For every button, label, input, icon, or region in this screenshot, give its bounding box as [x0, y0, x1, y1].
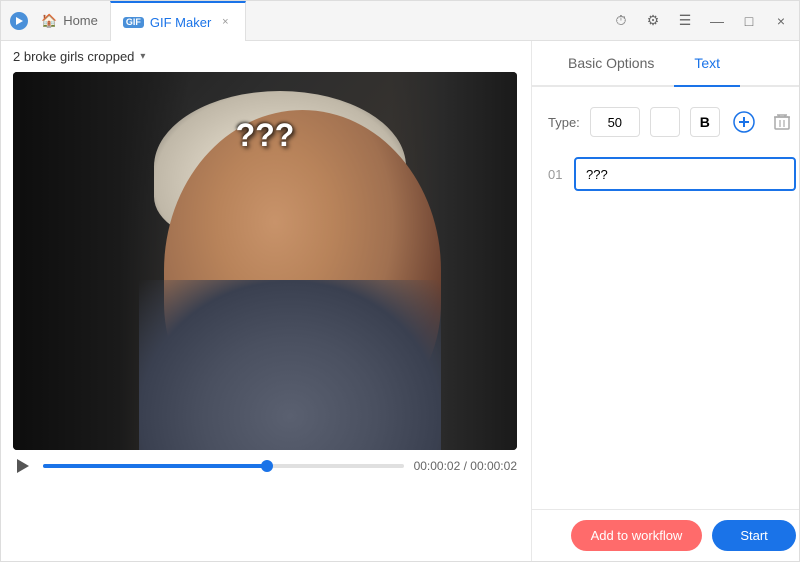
dropdown-arrow-icon: ▾: [140, 51, 145, 62]
start-button[interactable]: Start: [712, 520, 795, 551]
window-controls: ⏱ ⚙ ☰ — □ ×: [611, 11, 791, 31]
settings-icon[interactable]: ⚙: [643, 11, 663, 31]
file-name-label: 2 broke girls cropped: [13, 49, 134, 64]
maximize-button[interactable]: □: [739, 11, 759, 31]
gif-tab-label: GIF Maker: [150, 15, 211, 30]
app-logo: [9, 11, 29, 31]
video-preview: ???: [13, 72, 517, 450]
left-panel: 2 broke girls cropped ▾ ???: [1, 41, 531, 561]
video-text-overlay: ???: [236, 117, 295, 154]
text-input-row: 01: [548, 157, 796, 191]
tab-home[interactable]: 🏠 Home: [29, 1, 110, 41]
bold-button[interactable]: B: [690, 107, 720, 137]
minimize-button[interactable]: —: [707, 11, 727, 31]
delete-text-button[interactable]: [768, 108, 796, 136]
tab-basic-options[interactable]: Basic Options: [548, 41, 674, 85]
tab-text[interactable]: Text: [674, 41, 740, 85]
type-row: Type: B: [548, 107, 796, 137]
text-row-number: 01: [548, 167, 564, 182]
text-tab-label: Text: [694, 55, 720, 71]
add-text-button[interactable]: [730, 108, 758, 136]
gif-icon: GIF: [123, 17, 144, 28]
time-display: 00:00:02 / 00:00:02: [414, 459, 517, 473]
menu-icon[interactable]: ☰: [675, 11, 695, 31]
color-picker[interactable]: [650, 107, 680, 137]
titlebar: 🏠 Home GIF GIF Maker × ⏱ ⚙ ☰ — □ ×: [1, 1, 799, 41]
panel-content: Type: B: [532, 87, 799, 509]
panel-tabs: Basic Options Text: [532, 41, 799, 87]
video-frame: ???: [13, 72, 517, 450]
progress-fill: [43, 464, 267, 468]
file-selector[interactable]: 2 broke girls cropped ▾: [13, 49, 519, 64]
home-icon: 🏠: [41, 13, 57, 29]
progress-thumb: [261, 460, 273, 472]
close-button[interactable]: ×: [771, 11, 791, 31]
add-to-workflow-button[interactable]: Add to workflow: [571, 520, 703, 551]
video-clothing: [139, 280, 441, 450]
type-label: Type:: [548, 115, 580, 130]
basic-options-label: Basic Options: [568, 55, 654, 71]
home-tab-label: Home: [63, 13, 98, 28]
main-content: 2 broke girls cropped ▾ ???: [1, 41, 799, 561]
right-panel: Basic Options Text Type: B: [531, 41, 799, 561]
tab-gif-maker[interactable]: GIF GIF Maker ×: [110, 1, 246, 41]
text-content-input[interactable]: [574, 157, 796, 191]
play-icon: [17, 459, 29, 473]
font-size-input[interactable]: [590, 107, 640, 137]
bottom-bar: Add to workflow Start: [532, 509, 799, 561]
video-controls: 00:00:02 / 00:00:02: [13, 456, 517, 476]
play-button[interactable]: [13, 456, 33, 476]
tab-close-button[interactable]: ×: [217, 14, 233, 30]
timer-icon[interactable]: ⏱: [611, 11, 631, 31]
progress-bar[interactable]: [43, 464, 404, 468]
